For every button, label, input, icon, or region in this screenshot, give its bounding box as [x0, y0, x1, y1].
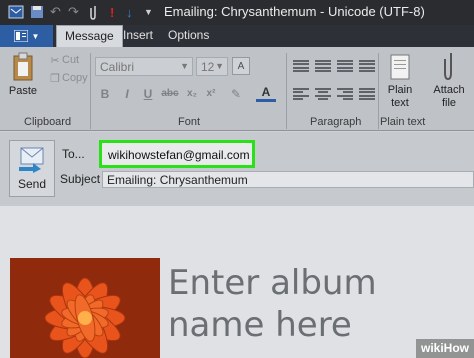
plain-text-icon[interactable] [388, 53, 412, 81]
paragraph-group-label: Paragraph [310, 116, 362, 128]
align-center-icon[interactable] [315, 87, 331, 101]
italic-icon[interactable]: I [119, 85, 135, 102]
to-button[interactable]: To... [62, 147, 85, 161]
bold-icon[interactable]: B [97, 85, 113, 102]
copy-icon[interactable]: ❐ [48, 71, 62, 85]
bullets-icon[interactable] [293, 59, 309, 73]
tab-insert[interactable]: Insert [123, 28, 153, 42]
chevron-down-icon: ▼ [31, 31, 40, 41]
plain-text-group-label: Plain text [380, 116, 426, 128]
tab-message[interactable]: Message [56, 25, 123, 47]
to-field[interactable]: wikihowstefan@gmail.com [99, 140, 255, 168]
ribbon: Paste ✂ Cut ❐ Copy Clipboard Calibri ▼ 1… [0, 47, 474, 131]
attach-file-button[interactable]: Attach file [432, 83, 466, 111]
group-divider [286, 53, 287, 129]
high-priority-icon[interactable]: ! [110, 4, 114, 20]
album-line-2: name here [168, 305, 352, 345]
customize-qat-icon[interactable]: ▼ [144, 4, 153, 20]
numbering-icon[interactable] [315, 59, 331, 73]
undo-icon[interactable]: ↶ [50, 4, 61, 20]
plain-text-button[interactable]: Plain text [384, 83, 416, 111]
group-divider [90, 53, 91, 129]
title-bar: ↶ ↷ ! ↓ ▼ Emailing: Chrysanthemum - Unic… [0, 0, 474, 25]
attach-file-icon[interactable] [440, 51, 458, 81]
font-family-value: Calibri [100, 60, 135, 74]
album-line-1: Enter album [168, 263, 377, 303]
album-name-text[interactable]: Enter album name here [168, 262, 377, 346]
send-button[interactable]: Send [9, 140, 55, 197]
font-size-select[interactable]: 12 ▼ [196, 57, 228, 76]
font-group-label: Font [178, 116, 201, 128]
save-icon[interactable] [30, 4, 44, 20]
font-size-value: 12 [201, 60, 215, 74]
clipboard-group-label: Clipboard [24, 116, 72, 128]
wikihow-watermark: wikiHow [415, 339, 474, 358]
redo-icon[interactable]: ↷ [68, 4, 79, 20]
cut-button[interactable]: Cut [62, 53, 79, 67]
tab-options[interactable]: Options [168, 28, 209, 42]
align-right-icon[interactable] [337, 87, 353, 101]
increase-indent-icon[interactable] [359, 59, 375, 73]
justify-icon[interactable] [359, 87, 375, 101]
underline-icon[interactable]: U [140, 85, 156, 102]
decrease-indent-icon[interactable] [337, 59, 353, 73]
low-priority-icon[interactable]: ↓ [126, 4, 133, 20]
paste-button[interactable]: Paste [8, 84, 38, 98]
subject-label: Subject [60, 172, 101, 186]
superscript-icon[interactable]: x² [203, 85, 219, 102]
app-logo-icon [8, 4, 24, 20]
file-menu-button[interactable]: ▼ [0, 25, 53, 47]
highlight-icon[interactable]: ✎ [225, 85, 247, 102]
subscript-icon[interactable]: x₂ [184, 85, 200, 102]
font-family-select[interactable]: Calibri ▼ [95, 57, 193, 76]
paperclip-icon[interactable] [90, 4, 98, 20]
subject-field[interactable]: Emailing: Chrysanthemum [102, 171, 474, 188]
align-left-icon[interactable] [293, 87, 309, 101]
copy-button[interactable]: Copy [62, 71, 88, 85]
ribbon-tabs: ▼ Message Insert Options [0, 25, 474, 47]
paste-icon[interactable] [8, 51, 38, 83]
font-color-icon[interactable]: A [256, 85, 276, 102]
send-label: Send [17, 177, 47, 191]
clear-formatting-icon[interactable]: A [232, 57, 250, 75]
scissors-icon[interactable]: ✂ [48, 53, 62, 67]
chrysanthemum-photo [10, 258, 160, 358]
chevron-down-icon: ▼ [180, 61, 189, 71]
strikethrough-icon[interactable]: abc [160, 85, 180, 102]
chevron-down-icon: ▼ [215, 61, 224, 71]
window-title: Emailing: Chrysanthemum - Unicode (UTF-8… [164, 4, 425, 19]
send-icon [19, 147, 44, 173]
group-divider [378, 53, 379, 129]
